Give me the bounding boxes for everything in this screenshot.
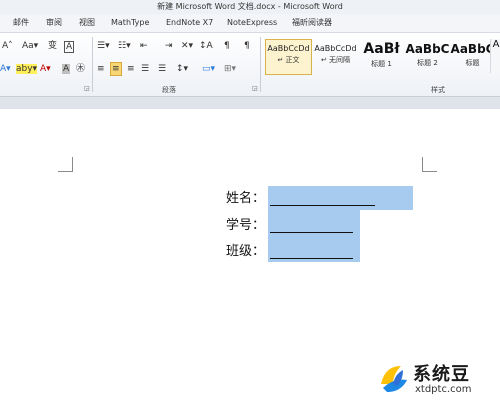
style-name: 无间隔 (329, 56, 351, 64)
style-name: 正文 (285, 56, 300, 64)
multilevel-list-icon[interactable]: ⇤ (140, 41, 148, 51)
field-label: 学号： (226, 218, 266, 233)
tab-mailings[interactable]: 邮件 (13, 14, 29, 32)
crop-mark-top-right (422, 157, 437, 172)
blank-underline[interactable] (270, 205, 375, 206)
group-label-paragraph: 段落 (162, 86, 176, 94)
grow-font-icon[interactable]: A˄ (2, 41, 13, 51)
page-gap (0, 97, 500, 109)
tab-review[interactable]: 审阅 (46, 14, 62, 32)
style-sample: AaBbC (450, 42, 495, 56)
tab-mathtype[interactable]: MathType (111, 14, 149, 32)
style-heading-1[interactable]: AaBł 标题 1 (358, 39, 405, 75)
align-right-icon[interactable]: ≡ (127, 64, 135, 74)
tab-noteexpress[interactable]: NoteExpress (227, 14, 277, 32)
style-sample: AaBbCcDd (267, 44, 310, 53)
sort-icon[interactable]: ¶ (224, 41, 230, 51)
ribbon-tab-bar: 邮件 审阅 视图 MathType EndNote X7 NoteExpress… (0, 14, 500, 33)
watermark-url: xtdptc.com (415, 384, 472, 395)
style-sample: AaBbCcDd (314, 44, 357, 53)
line-spacing-icon[interactable]: ↕▾ (176, 64, 188, 74)
crop-mark-top-left (58, 157, 73, 172)
increase-indent-icon[interactable]: ✕▾ (181, 41, 193, 51)
site-watermark: 系统豆 xtdptc.com (371, 356, 500, 401)
style-sample: AaBł (363, 41, 400, 57)
align-left-icon[interactable]: ≡ (97, 64, 105, 74)
site-logo-icon (375, 360, 411, 396)
character-border-icon[interactable]: A (64, 41, 75, 53)
justify-icon[interactable]: ☰ (141, 64, 149, 74)
form-row-student-id: 学号： (226, 216, 426, 236)
form-row-class: 班级： (226, 242, 426, 262)
style-name: 标题 1 (371, 60, 392, 68)
style-name: 标题 2 (417, 59, 438, 67)
distributed-align-icon[interactable]: ☰ (158, 64, 166, 74)
blank-underline[interactable] (270, 258, 353, 259)
blank-underline[interactable] (270, 232, 353, 233)
style-sample: AaBbC (405, 42, 450, 56)
ribbon: A˄ Aa▾ 变 A A▾ aby▾ A▾ A ㊍ ☰▾ ☷▾ ⇤ ⇥ ✕▾ ↕… (0, 33, 500, 97)
watermark-text: 系统豆 (413, 364, 470, 385)
field-label: 姓名： (226, 191, 266, 206)
tab-foxit-reader[interactable]: 福昕阅读器 (292, 14, 332, 32)
style-name: 标题 (465, 59, 480, 67)
character-shading-icon[interactable]: A (62, 64, 71, 74)
borders-icon[interactable]: ⊞▾ (224, 64, 236, 74)
chinese-layout-icon[interactable]: ↕A (199, 41, 213, 51)
group-divider (92, 37, 93, 92)
field-label: 班级： (226, 244, 266, 259)
decrease-indent-icon[interactable]: ⇥ (165, 41, 173, 51)
style-heading-2[interactable]: AaBbC 标题 2 (404, 39, 451, 75)
phonetic-guide-icon[interactable]: 变 (48, 41, 57, 51)
bullets-icon[interactable]: ☰▾ (97, 41, 110, 51)
form-row-name: 姓名： (226, 189, 426, 209)
style-title[interactable]: AaBbC 标题 (449, 39, 496, 75)
numbering-icon[interactable]: ☷▾ (118, 41, 131, 51)
style-no-spacing[interactable]: AaBbCcDd ↵ 无间隔 (312, 39, 359, 75)
highlight-color-icon[interactable]: aby▾ (16, 64, 38, 74)
font-dialog-launcher-icon[interactable]: ◲ (84, 85, 90, 92)
tab-endnote[interactable]: EndNote X7 (166, 14, 213, 32)
show-marks-icon[interactable]: ¶ (244, 41, 250, 51)
group-divider (260, 37, 261, 92)
style-gallery-scroll[interactable]: A (490, 39, 500, 73)
change-case-icon[interactable]: Aa▾ (22, 41, 38, 51)
window-title: 新建 Microsoft Word 文档.docx - Microsoft Wo… (157, 2, 343, 11)
group-label-styles: 样式 (431, 86, 445, 94)
style-sample: A (492, 39, 500, 50)
text-effects-icon[interactable]: A▾ (0, 64, 11, 74)
shading-icon[interactable]: ▭▾ (202, 64, 215, 74)
style-normal[interactable]: AaBbCcDd ↵ 正文 (265, 39, 312, 75)
font-color-icon[interactable]: A▾ (40, 64, 51, 74)
enclose-characters-icon[interactable]: ㊍ (76, 64, 85, 74)
paragraph-dialog-launcher-icon[interactable]: ◲ (252, 85, 258, 92)
align-center-icon[interactable]: ≡ (110, 62, 122, 76)
tab-view[interactable]: 视图 (79, 14, 95, 32)
window-title-bar: 新建 Microsoft Word 文档.docx - Microsoft Wo… (0, 0, 500, 14)
